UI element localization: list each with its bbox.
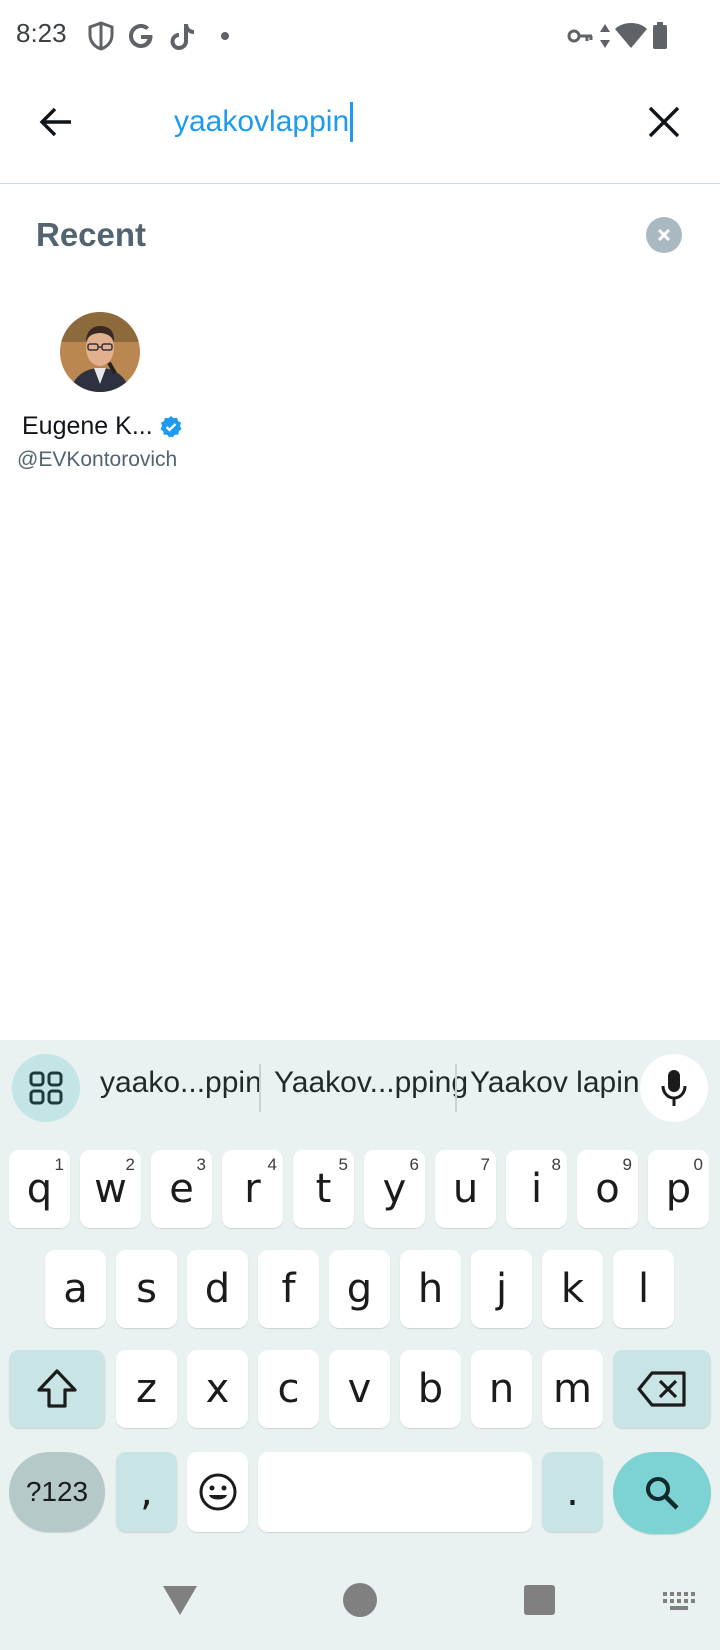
voice-input-button[interactable] — [640, 1054, 708, 1122]
comma-key[interactable]: , — [116, 1452, 177, 1532]
recent-user-handle: @EVKontorovich — [17, 448, 178, 471]
header-divider — [0, 183, 720, 184]
vpn-key-icon — [567, 29, 593, 43]
emoji-icon — [199, 1473, 236, 1511]
status-time: 8:23 — [16, 18, 67, 48]
suggestion-divider — [455, 1064, 457, 1112]
symbols-key[interactable]: ?123 — [9, 1452, 105, 1532]
key-d[interactable]: d — [187, 1250, 248, 1328]
key-o[interactable]: o9 — [577, 1150, 638, 1228]
key-w[interactable]: w2 — [80, 1150, 141, 1228]
key-x[interactable]: x — [187, 1350, 248, 1428]
key-r[interactable]: r4 — [222, 1150, 283, 1228]
close-icon — [657, 228, 671, 242]
avatar — [60, 312, 140, 392]
key-t[interactable]: t5 — [293, 1150, 354, 1228]
key-p[interactable]: p0 — [648, 1150, 709, 1228]
dot-icon — [221, 32, 229, 40]
back-button[interactable] — [30, 96, 82, 148]
nav-recents-button[interactable] — [524, 1585, 555, 1615]
text-caret — [350, 102, 354, 142]
nav-back-button[interactable] — [160, 1582, 200, 1618]
recent-title: Recent — [36, 216, 147, 253]
emoji-key[interactable] — [187, 1452, 248, 1532]
shift-key[interactable] — [9, 1350, 105, 1428]
verified-badge-icon — [160, 415, 182, 437]
google-icon — [129, 24, 153, 48]
key-a[interactable]: a — [45, 1250, 106, 1328]
key-k[interactable]: k — [542, 1250, 603, 1328]
backspace-icon — [637, 1371, 686, 1407]
key-h[interactable]: h — [400, 1250, 461, 1328]
shield-icon — [88, 21, 114, 51]
key-l[interactable]: l — [613, 1250, 674, 1328]
microphone-icon — [661, 1070, 687, 1106]
status-bar: 8:23 — [0, 0, 720, 72]
key-j[interactable]: j — [471, 1250, 532, 1328]
grid-icon — [29, 1071, 63, 1105]
search-query-text: yaakovlappin — [174, 105, 350, 138]
clear-search-button[interactable] — [638, 96, 690, 148]
keyboard: yaako...ppin Yaakov...pping Yaakov lapin… — [0, 1040, 720, 1650]
recent-user-item[interactable]: Eugene K... @EVKontorovich — [12, 306, 192, 476]
search-icon — [646, 1477, 679, 1510]
suggestion-3[interactable]: Yaakov lapin — [470, 1066, 640, 1100]
suggestion-2[interactable]: Yaakov...pping — [274, 1066, 468, 1100]
key-e[interactable]: e3 — [151, 1150, 212, 1228]
close-icon — [648, 106, 680, 138]
key-c[interactable]: c — [258, 1350, 319, 1428]
battery-icon — [653, 22, 667, 49]
key-z[interactable]: z — [116, 1350, 177, 1428]
key-m[interactable]: m — [542, 1350, 603, 1428]
recent-user-name-text: Eugene K... — [22, 412, 153, 440]
key-i[interactable]: i8 — [506, 1150, 567, 1228]
tiktok-icon — [170, 24, 194, 50]
keyboard-switch-icon[interactable] — [662, 1590, 696, 1612]
key-s[interactable]: s — [116, 1250, 177, 1328]
space-key[interactable] — [258, 1452, 532, 1532]
key-g[interactable]: g — [329, 1250, 390, 1328]
arrow-left-icon — [39, 107, 71, 137]
shift-arrow-icon — [37, 1369, 77, 1408]
recent-user-name: Eugene K... — [22, 412, 183, 441]
search-key[interactable] — [613, 1452, 711, 1534]
data-arrows-icon — [600, 24, 610, 48]
suggestion-divider — [259, 1064, 261, 1112]
key-y[interactable]: y6 — [364, 1150, 425, 1228]
backspace-key[interactable] — [613, 1350, 711, 1428]
key-b[interactable]: b — [400, 1350, 461, 1428]
wifi-icon — [615, 23, 647, 48]
search-input[interactable]: yaakovlappin — [174, 102, 354, 142]
key-q[interactable]: q1 — [9, 1150, 70, 1228]
key-f[interactable]: f — [258, 1250, 319, 1328]
key-n[interactable]: n — [471, 1350, 532, 1428]
keyboard-apps-button[interactable] — [12, 1054, 80, 1122]
clear-recent-button[interactable] — [646, 217, 682, 253]
period-key[interactable]: . — [542, 1452, 603, 1532]
key-u[interactable]: u7 — [435, 1150, 496, 1228]
key-v[interactable]: v — [329, 1350, 390, 1428]
suggestion-1[interactable]: yaako...ppin — [100, 1066, 262, 1100]
nav-home-button[interactable] — [343, 1583, 377, 1617]
